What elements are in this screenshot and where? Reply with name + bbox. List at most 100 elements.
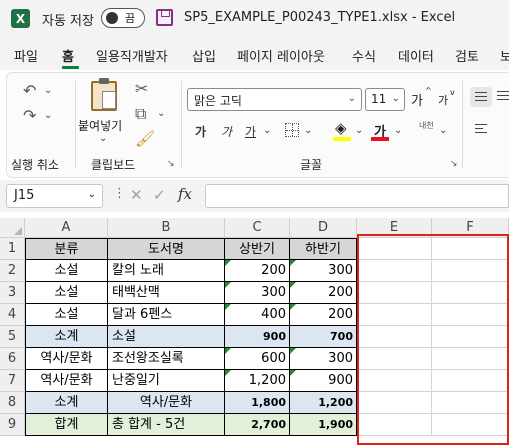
cell-e4[interactable]	[357, 304, 432, 326]
font-color-dropdown-icon[interactable]: ⌄	[394, 125, 402, 136]
cell-a9[interactable]: 합계	[25, 414, 108, 436]
cell-a7[interactable]: 역사/문화	[25, 370, 108, 392]
cell-e9[interactable]	[357, 414, 432, 436]
cell-c4[interactable]: 400	[225, 304, 290, 326]
cell-d5[interactable]: 700	[290, 326, 357, 348]
row-header-6[interactable]: 6	[0, 348, 25, 370]
row-header-4[interactable]: 4	[0, 304, 25, 326]
cell-b8[interactable]: 역사/문화	[108, 392, 225, 414]
cell-d6[interactable]: 300	[290, 348, 357, 370]
cell-d1[interactable]: 하반기	[290, 238, 357, 260]
tab-view[interactable]: 보	[500, 46, 509, 65]
cell-d3[interactable]: 200	[290, 282, 357, 304]
cell-d4[interactable]: 200	[290, 304, 357, 326]
clipboard-launcher-icon[interactable]: ↘	[167, 159, 175, 169]
redo-icon[interactable]: ↷	[23, 106, 36, 125]
paste-dropdown-icon[interactable]: ⌄	[99, 133, 107, 144]
cell-e2[interactable]	[357, 260, 432, 282]
tab-home[interactable]: 홈	[62, 46, 74, 65]
paste-icon[interactable]	[91, 78, 117, 111]
cell-a1[interactable]: 분류	[25, 238, 108, 260]
row-header-3[interactable]: 3	[0, 282, 25, 304]
cell-a6[interactable]: 역사/문화	[25, 348, 108, 370]
font-size-select[interactable]: 11 ⌄	[365, 88, 405, 111]
cell-e5[interactable]	[357, 326, 432, 348]
row-header-9[interactable]: 9	[0, 414, 25, 436]
select-all-button[interactable]	[0, 218, 25, 238]
cell-a2[interactable]: 소설	[25, 260, 108, 282]
cell-b5[interactable]: 소설	[108, 326, 225, 348]
underline-button[interactable]: 가	[245, 123, 256, 140]
cell-c1[interactable]: 상반기	[225, 238, 290, 260]
cell-f5[interactable]	[432, 326, 509, 348]
autosave-toggle[interactable]: 끔	[101, 8, 145, 28]
cell-b4[interactable]: 달과 6펜스	[108, 304, 225, 326]
bold-button[interactable]: 가	[195, 123, 206, 140]
formula-input[interactable]	[205, 184, 509, 208]
cell-b2[interactable]: 칼의 노래	[108, 260, 225, 282]
save-icon[interactable]	[156, 9, 173, 26]
tab-file[interactable]: 파일	[14, 46, 38, 65]
cell-b3[interactable]: 태백산맥	[108, 282, 225, 304]
cell-f9[interactable]	[432, 414, 509, 436]
format-painter-icon[interactable]: 🖌	[135, 129, 155, 148]
cell-b6[interactable]: 조선왕조실록	[108, 348, 225, 370]
row-header-2[interactable]: 2	[0, 260, 25, 282]
cell-d2[interactable]: 300	[290, 260, 357, 282]
cell-c8[interactable]: 1,800	[225, 392, 290, 414]
cell-e1[interactable]	[357, 238, 432, 260]
borders-icon[interactable]	[285, 123, 299, 137]
enter-icon[interactable]: ✓	[153, 186, 166, 204]
cell-c6[interactable]: 600	[225, 348, 290, 370]
cell-b7[interactable]: 난중일기	[108, 370, 225, 392]
undo-dropdown-icon[interactable]: ⌄	[44, 85, 52, 96]
indent-icon[interactable]	[493, 81, 509, 109]
copy-dropdown-icon[interactable]: ⌄	[157, 108, 165, 119]
cell-f7[interactable]	[432, 370, 509, 392]
cell-e7[interactable]	[357, 370, 432, 392]
row-header-8[interactable]: 8	[0, 392, 25, 414]
cell-f4[interactable]	[432, 304, 509, 326]
cell-f1[interactable]	[432, 238, 509, 260]
phonetic-dropdown-icon[interactable]: ⌄	[439, 125, 447, 136]
borders-dropdown-icon[interactable]: ⌄	[304, 125, 312, 136]
tab-custom[interactable]: 일용직개발자	[96, 46, 168, 65]
grow-font-button[interactable]: 가	[411, 90, 423, 109]
tab-page-layout[interactable]: 페이지 레이아웃	[237, 46, 325, 65]
cell-f3[interactable]	[432, 282, 509, 304]
cell-a4[interactable]: 소설	[25, 304, 108, 326]
shrink-font-button[interactable]: 가	[438, 92, 448, 108]
font-name-select[interactable]: 맑은 고딕 ⌄	[187, 88, 362, 111]
row-header-5[interactable]: 5	[0, 326, 25, 348]
phonetic-button[interactable]: 내천	[419, 120, 434, 131]
fill-color-icon[interactable]: ◈	[335, 119, 347, 137]
column-header-d[interactable]: D	[290, 218, 357, 238]
cell-d9[interactable]: 1,900	[290, 414, 357, 436]
cell-a5[interactable]: 소계	[25, 326, 108, 348]
cell-e8[interactable]	[357, 392, 432, 414]
cell-f2[interactable]	[432, 260, 509, 282]
cell-b9[interactable]: 총 합계 - 5건	[108, 414, 225, 436]
column-header-f[interactable]: F	[432, 218, 509, 238]
cut-icon[interactable]: ✂	[135, 79, 148, 98]
tab-formulas[interactable]: 수식	[352, 46, 376, 65]
italic-button[interactable]: 가	[221, 123, 232, 140]
cell-c9[interactable]: 2,700	[225, 414, 290, 436]
cell-f6[interactable]	[432, 348, 509, 370]
tab-insert[interactable]: 삽입	[192, 46, 216, 65]
row-header-1[interactable]: 1	[0, 238, 25, 260]
insert-function-button[interactable]: fx	[178, 185, 192, 203]
cell-c3[interactable]: 300	[225, 282, 290, 304]
cell-b1[interactable]: 도서명	[108, 238, 225, 260]
column-header-b[interactable]: B	[108, 218, 225, 238]
fill-color-dropdown-icon[interactable]: ⌄	[355, 125, 363, 136]
redo-dropdown-icon[interactable]: ⌄	[44, 110, 52, 121]
cell-d8[interactable]: 1,200	[290, 392, 357, 414]
cell-d7[interactable]: 900	[290, 370, 357, 392]
tab-review[interactable]: 검토	[455, 46, 479, 65]
copy-icon[interactable]: ⧉	[135, 104, 146, 124]
column-header-e[interactable]: E	[357, 218, 432, 238]
cell-a3[interactable]: 소설	[25, 282, 108, 304]
align-top-icon[interactable]	[470, 87, 492, 107]
cell-c2[interactable]: 200	[225, 260, 290, 282]
